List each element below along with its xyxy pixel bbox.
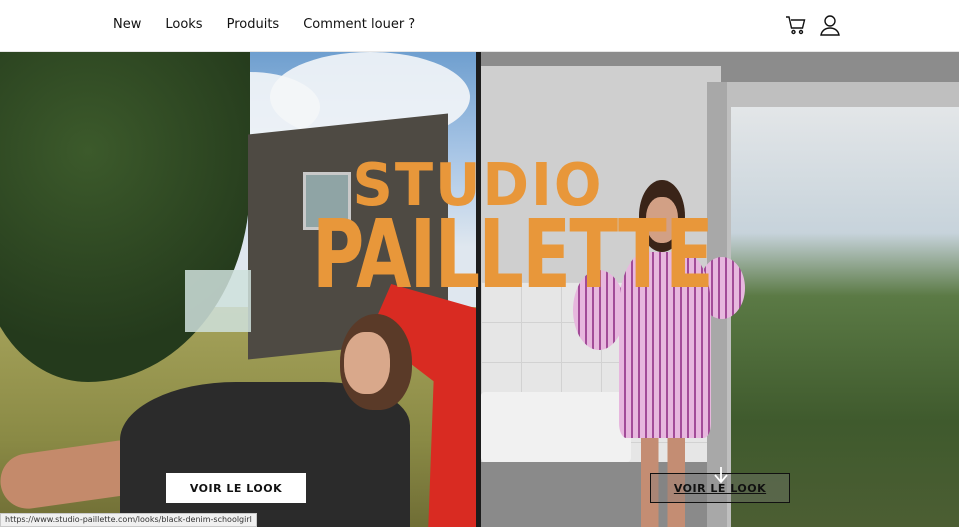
header-icons bbox=[785, 14, 841, 36]
window-glass bbox=[731, 107, 959, 527]
arrow-down-icon bbox=[714, 467, 728, 484]
bathtub bbox=[481, 392, 631, 462]
glass-box bbox=[185, 270, 251, 332]
nav-item-comment-louer[interactable]: Comment louer ? bbox=[303, 17, 415, 32]
logo-text-paillette: PAILLETTE bbox=[312, 200, 714, 310]
user-icon[interactable] bbox=[819, 14, 841, 36]
view-look-button-left[interactable]: VOIR LE LOOK bbox=[166, 473, 306, 503]
brand-logo[interactable]: STUDIO PAILLETTE bbox=[278, 156, 714, 310]
main-nav: New Looks Produits Comment louer ? bbox=[113, 17, 415, 32]
model-face bbox=[344, 332, 390, 394]
site-header: New Looks Produits Comment louer ? bbox=[0, 0, 959, 52]
nav-item-produits[interactable]: Produits bbox=[227, 17, 280, 32]
nav-item-new[interactable]: New bbox=[113, 17, 141, 32]
cart-icon[interactable] bbox=[785, 14, 807, 36]
status-bar-url: https://www.studio-paillette.com/looks/b… bbox=[0, 513, 257, 527]
nav-item-looks[interactable]: Looks bbox=[165, 17, 202, 32]
